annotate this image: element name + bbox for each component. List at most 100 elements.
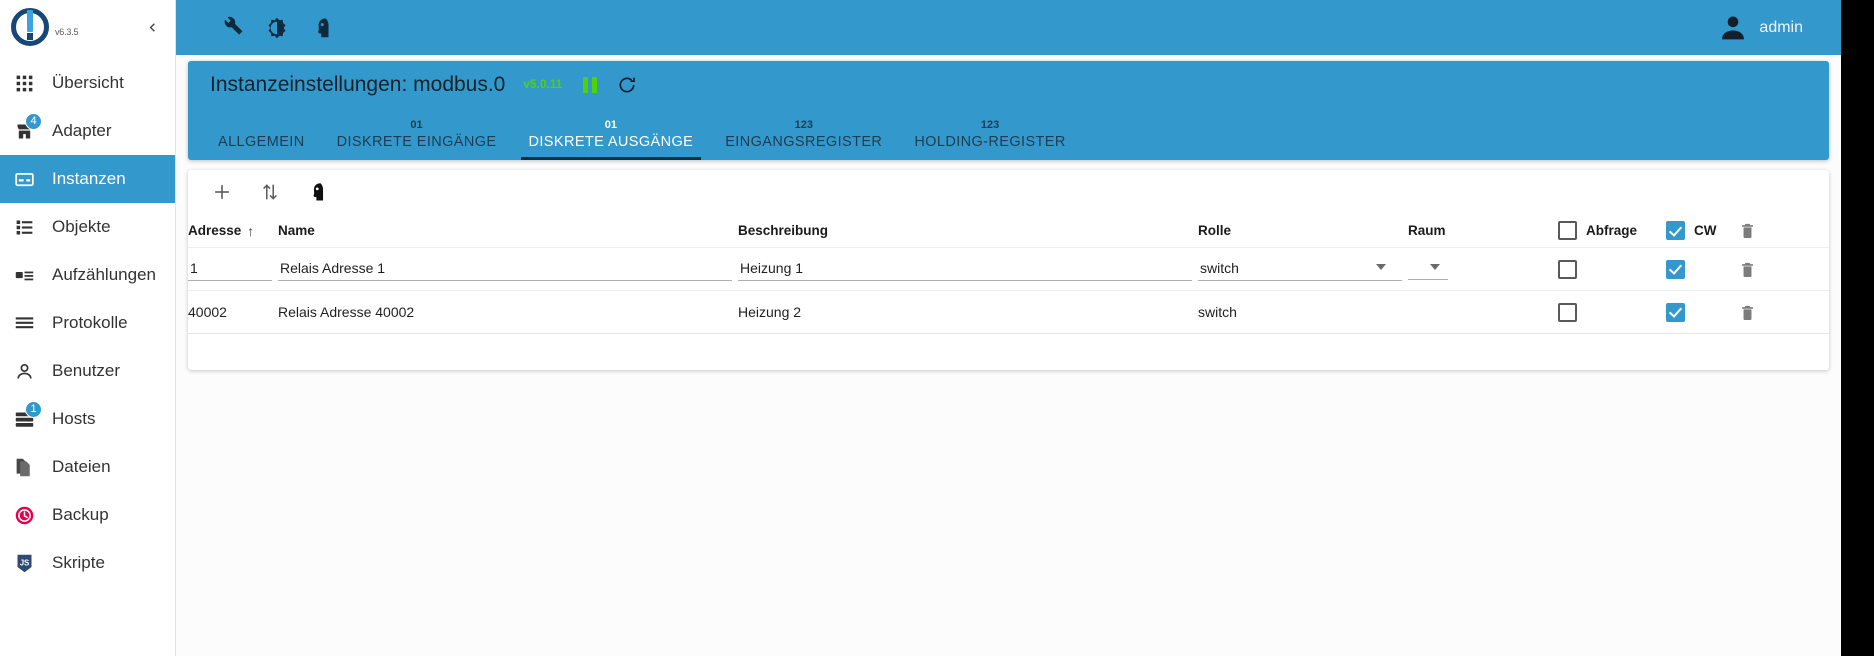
sidebar-item-instanzen[interactable]: Instanzen <box>0 155 175 203</box>
enum-icon <box>14 265 44 286</box>
content-area: Instanzeinstellungen: modbus.0 v5.0.11 A… <box>176 55 1841 656</box>
sidebar-item-ubersicht[interactable]: Übersicht <box>0 59 175 107</box>
column-header-room[interactable]: Raum <box>1408 223 1558 238</box>
tab-label: DISKRETE EINGÄNGE <box>336 134 497 150</box>
sidebar-item-dateien[interactable]: Dateien <box>0 443 175 491</box>
sidebar-item-skripte[interactable]: JS Skripte <box>0 539 175 587</box>
trash-icon[interactable] <box>1738 260 1790 279</box>
description-input[interactable] <box>738 257 1192 281</box>
name-input[interactable] <box>278 257 732 281</box>
app-version: v6.3.5 <box>55 26 79 37</box>
user-menu[interactable]: admin <box>1717 12 1841 44</box>
column-header-poll[interactable]: Abfrage <box>1558 221 1666 240</box>
js-icon: JS <box>14 553 44 574</box>
chevron-left-icon[interactable] <box>141 16 163 38</box>
trash-icon[interactable] <box>1738 221 1757 240</box>
role-select[interactable] <box>1198 257 1402 281</box>
column-header-address[interactable]: Adresse ↑ <box>188 223 278 239</box>
sidebar-item-hosts[interactable]: 1 Hosts <box>0 395 175 443</box>
sidebar-item-backup[interactable]: Backup <box>0 491 175 539</box>
sidebar-item-aufzahlungen[interactable]: Aufzählungen <box>0 251 175 299</box>
sidebar-item-protokolle[interactable]: Protokolle <box>0 299 175 347</box>
tab-label: EINGANGSREGISTER <box>725 134 883 150</box>
grid-icon <box>14 73 44 94</box>
column-header-description[interactable]: Beschreibung <box>738 223 1198 238</box>
room-select[interactable] <box>1408 258 1448 280</box>
column-label: Adresse <box>188 223 242 238</box>
import-export-icon[interactable] <box>250 174 290 210</box>
user-name: admin <box>1759 18 1803 36</box>
column-label: Abfrage <box>1586 223 1638 238</box>
poll-header-checkbox[interactable] <box>1558 221 1577 240</box>
iobroker-logo-icon <box>8 6 52 50</box>
sidebar-item-label: Adapter <box>52 121 112 140</box>
cell-address <box>188 257 278 281</box>
sidebar-item-benutzer[interactable]: Benutzer <box>0 347 175 395</box>
tab-sub: 123 <box>980 119 1000 131</box>
instance-settings-card: Instanzeinstellungen: modbus.0 v5.0.11 A… <box>188 61 1829 160</box>
cell-cw <box>1666 302 1738 322</box>
files-icon <box>14 457 44 478</box>
cell-role[interactable]: switch <box>1198 304 1408 320</box>
log-icon <box>14 313 44 334</box>
cell-delete <box>1738 260 1796 279</box>
table-row <box>188 248 1829 291</box>
sidebar-item-label: Dateien <box>52 457 111 476</box>
wrench-icon[interactable] <box>208 8 254 48</box>
backup-icon <box>14 505 44 526</box>
cw-checkbox[interactable] <box>1666 302 1685 322</box>
sidebar-item-label: Hosts <box>52 409 96 428</box>
tab-label: DISKRETE AUSGÄNGE <box>528 134 694 150</box>
add-icon[interactable] <box>202 174 242 210</box>
register-table-card: Adresse ↑ Name Beschreibung Rolle Raum A… <box>188 170 1829 370</box>
poll-checkbox[interactable] <box>1558 302 1577 322</box>
server-icon: 1 <box>14 400 44 430</box>
sidebar-item-label: Objekte <box>52 217 111 236</box>
head-profile-icon[interactable] <box>300 8 346 48</box>
cell-room <box>1408 258 1558 280</box>
tab-holding-register[interactable]: 123 HOLDING-REGISTER <box>898 108 1081 160</box>
trash-icon[interactable] <box>1738 303 1790 322</box>
list-icon <box>14 217 44 238</box>
instance-header: Instanzeinstellungen: modbus.0 v5.0.11 <box>188 61 1829 108</box>
sidebar-item-label: Skripte <box>52 553 105 572</box>
tab-eingangsregister[interactable]: 123 EINGANGSREGISTER <box>709 108 898 160</box>
sidebar-item-adapter[interactable]: 4 Adapter <box>0 107 175 155</box>
column-header-delete[interactable] <box>1738 221 1796 240</box>
cell-name <box>278 257 738 281</box>
tab-label: ALLGEMEIN <box>218 134 305 150</box>
store-icon: 4 <box>14 112 44 142</box>
sidebar: v6.3.5 Übersicht 4 Adapter Instanzen Obj… <box>0 0 176 656</box>
poll-checkbox[interactable] <box>1558 259 1577 279</box>
cw-header-checkbox[interactable] <box>1666 221 1685 240</box>
cell-name[interactable]: Relais Adresse 40002 <box>278 304 738 320</box>
tab-sub: 01 <box>410 119 423 131</box>
tab-label: HOLDING-REGISTER <box>914 134 1066 150</box>
page-title: Instanzeinstellungen: modbus.0 <box>210 72 506 96</box>
tab-allgemein[interactable]: ALLGEMEIN <box>202 108 321 160</box>
column-header-cw[interactable]: CW <box>1666 221 1738 240</box>
sidebar-item-label: Aufzählungen <box>52 265 156 284</box>
column-header-name[interactable]: Name <box>278 223 738 238</box>
app-root: v6.3.5 Übersicht 4 Adapter Instanzen Obj… <box>0 0 1841 656</box>
instance-version: v5.0.11 <box>523 78 563 91</box>
sidebar-item-objekte[interactable]: Objekte <box>0 203 175 251</box>
brightness-icon[interactable] <box>254 8 300 48</box>
sort-ascending-icon: ↑ <box>247 222 255 239</box>
head-profile-icon[interactable] <box>298 174 338 210</box>
address-input[interactable] <box>188 257 272 281</box>
refresh-icon[interactable] <box>617 75 637 95</box>
tab-diskrete-ausgange[interactable]: 01 DISKRETE AUSGÄNGE <box>513 108 710 160</box>
column-header-role[interactable]: Rolle <box>1198 223 1408 238</box>
cell-address[interactable]: 40002 <box>188 304 278 320</box>
tab-diskrete-eingange[interactable]: 01 DISKRETE EINGÄNGE <box>321 108 513 160</box>
tab-sub: 123 <box>794 119 813 131</box>
tab-sub: 01 <box>604 119 617 131</box>
cell-description[interactable]: Heizung 2 <box>738 304 1198 320</box>
table-toolbar <box>188 170 1829 214</box>
sidebar-header: v6.3.5 <box>0 0 175 55</box>
cell-description <box>738 257 1198 281</box>
pause-icon[interactable] <box>582 76 601 93</box>
cw-checkbox[interactable] <box>1666 259 1685 279</box>
right-edge-strip <box>1841 0 1874 656</box>
